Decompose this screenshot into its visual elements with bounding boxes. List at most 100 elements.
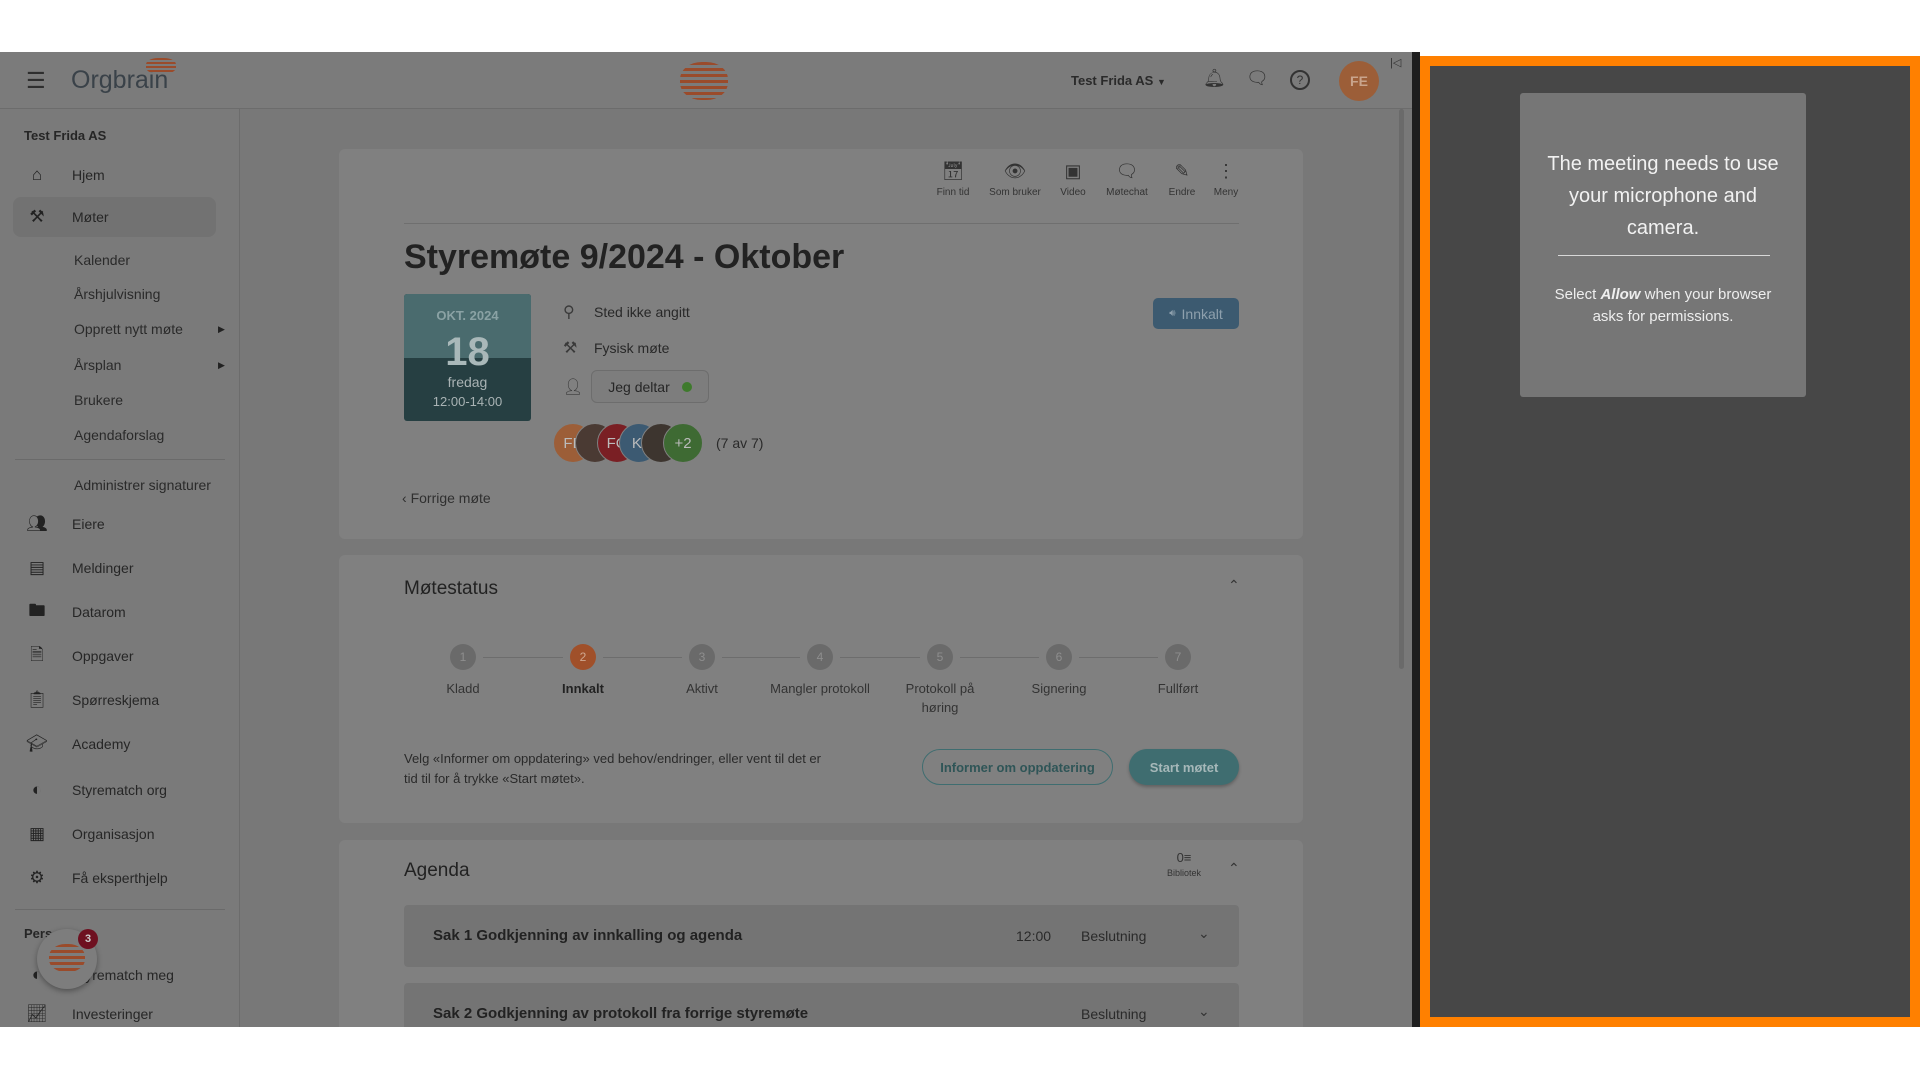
sidebar-item-meldinger[interactable]: ▤ Meldinger [0, 548, 230, 588]
attend-button[interactable]: Jeg deltar [591, 370, 709, 403]
agenda-item-type: Beslutning [1081, 1006, 1147, 1022]
agenda-card: Agenda 0≡ Bibliotek ⌃ Sak 1 Godkjenning … [339, 840, 1303, 1027]
meeting-title: Styremøte 9/2024 - Oktober [404, 238, 845, 276]
step-label: Aktivt [686, 681, 718, 696]
expert-icon: ⚙ [29, 868, 45, 887]
agenda-item[interactable]: Sak 1 Godkjenning av innkalling og agend… [404, 905, 1239, 967]
sidebar-item-styrematch-meg[interactable]: ◐ Styrematch meg [0, 955, 230, 995]
graduation-cap-icon: 🎓︎ [26, 734, 48, 753]
sidebar-item-oppgaver[interactable]: 🗎︎ Oppgaver [0, 636, 230, 676]
sidebar-item-investeringer[interactable]: 📈︎ Investeringer [0, 1001, 230, 1027]
collapse-chevron-up-icon[interactable]: ⌃ [1228, 860, 1240, 877]
step-indicator: 6 [1046, 644, 1072, 670]
sidebar-divider [15, 909, 225, 910]
sidebar: Test Frida AS ⌂ Hjem ⚒ Møter Kalender Årsh… [0, 109, 240, 1027]
step-indicator: 3 [689, 644, 715, 670]
step-connector [840, 657, 920, 658]
start-meeting-button[interactable]: Start møtet [1129, 749, 1239, 785]
folder-icon: 🖿︎ [28, 600, 46, 620]
people-icon: 👥︎ [26, 514, 48, 533]
step-label: Innkalt [562, 681, 604, 696]
notification-badge: 3 [78, 929, 98, 949]
chat-icon: 🗨︎ [1115, 161, 1139, 181]
org-selector[interactable]: Test Frida AS ▼ [1071, 73, 1166, 88]
center-brain-logo-icon [680, 62, 728, 100]
collapse-panel-icon[interactable]: |◁ [1390, 56, 1401, 69]
video-button[interactable]: ▣ Video [1043, 161, 1103, 198]
sidebar-divider [15, 459, 225, 460]
caret-down-icon: ▼ [1156, 77, 1166, 87]
menu-button[interactable]: ⋮ Meny [1196, 161, 1256, 198]
sidebar-item-styrematch-org[interactable]: ◐ Styrematch org [0, 770, 230, 810]
sidebar-item-moter[interactable]: ⚒ Møter [13, 197, 216, 237]
participant-avatar[interactable]: +2 [663, 423, 703, 463]
gavel-icon: ⚒ [29, 207, 45, 226]
survey-icon: 📋︎ [26, 690, 48, 709]
participant-count: (7 av 7) [716, 435, 764, 451]
previous-meeting-link[interactable]: ‹ Forrige møte [402, 490, 491, 506]
agenda-item-time: 12:00 [1016, 928, 1052, 944]
sidebar-subitem-arsplan[interactable]: Årsplan [74, 357, 121, 373]
meeting-card: 📅︎ Finn tid 👁︎ Som bruker ▣ Video 🗨︎ Møtecha… [339, 149, 1303, 539]
view-as-user-button[interactable]: 👁︎ Som bruker [985, 161, 1045, 198]
toolbar-divider [404, 223, 1239, 224]
chevron-down-icon[interactable]: ⌄ [1198, 925, 1210, 942]
hamburger-menu-icon[interactable]: ☰ [26, 68, 46, 94]
person-icon: 👤︎ [563, 379, 584, 396]
status-description: Velg «Informer om oppdatering» ved behov… [404, 751, 821, 786]
permission-heading: The meeting needs to use your microphone… [1547, 153, 1779, 239]
permission-dialog: The meeting needs to use your microphone… [1520, 93, 1806, 397]
status-title: Møtestatus [404, 578, 498, 599]
sidebar-item-sporreskjema[interactable]: 📋︎ Spørreskjema [0, 680, 230, 720]
permission-instruction: Select Allow when your browser asks for … [1554, 286, 1772, 325]
find-time-button[interactable]: 📅︎ Finn tid [923, 161, 983, 198]
user-avatar[interactable]: FE [1339, 61, 1379, 101]
collapse-chevron-up-icon[interactable]: ⌃ [1228, 577, 1240, 594]
help-icon[interactable]: ? [1290, 70, 1310, 90]
sidebar-item-academy[interactable]: 🎓︎ Academy [0, 724, 230, 764]
step-indicator: 5 [927, 644, 953, 670]
top-header: ☰ Orgbrain Test Frida AS ▼ 🔔︎ 🗨︎ ? FE |◁ [0, 52, 1416, 109]
chat-icon[interactable]: 🗨︎ [1246, 68, 1269, 89]
step-label: Signering [1031, 681, 1087, 696]
sidebar-subitem-opprett-nytt-mote[interactable]: Opprett nytt møte [74, 321, 183, 337]
panel-splitter[interactable] [1412, 52, 1420, 1027]
brain-logo-icon [146, 58, 176, 74]
step-label: Fullført [1157, 681, 1199, 696]
sidebar-subitem-brukere[interactable]: Brukere [74, 392, 123, 408]
agenda-item-type: Beslutning [1081, 928, 1147, 944]
inform-update-button[interactable]: Informer om oppdatering [922, 749, 1113, 785]
sidebar-item-datarom[interactable]: 🖿︎ Datarom [0, 592, 230, 632]
sidebar-item-eiere[interactable]: 👥︎ Eiere [0, 504, 230, 544]
gavel-icon: ⚒ [563, 340, 578, 357]
sidebar-subitem-arshjulvisning[interactable]: Årshjulvisning [74, 286, 160, 302]
bell-icon[interactable]: 🔔︎ [1203, 68, 1226, 89]
sidebar-item-organisasjon[interactable]: ▦ Organisasjon [0, 814, 230, 854]
agenda-item-title: Sak 2 Godkjenning av protokoll fra forri… [433, 1005, 809, 1022]
messages-icon: ▤ [28, 558, 46, 577]
step-connector [483, 657, 563, 658]
agenda-title: Agenda [404, 860, 470, 881]
status-innkalt-button[interactable]: 🔊︎ Innkalt [1153, 298, 1239, 329]
date-day: 18 [445, 330, 490, 374]
date-time: 12:00-14:00 [432, 394, 503, 409]
more-vertical-icon: ⋮ [1217, 161, 1235, 181]
chevron-down-icon[interactable]: ⌄ [1198, 1003, 1210, 1020]
chevron-right-icon: ▶ [218, 360, 225, 370]
dialog-divider [1558, 255, 1770, 256]
agenda-item[interactable]: Sak 2 Godkjenning av protokoll fra forri… [404, 983, 1239, 1027]
main-scrollbar[interactable] [1399, 109, 1404, 669]
orgbrain-app: ☰ Orgbrain Test Frida AS ▼ 🔔︎ 🗨︎ ? FE |◁… [0, 52, 1420, 1027]
sidebar-item-fa-eksperthjelp[interactable]: ⚙ Få eksperthjelp [0, 858, 230, 898]
sidebar-subitem-administrer-signaturer[interactable]: Administrer signaturer [74, 477, 211, 493]
eye-icon: 👁︎ [1003, 161, 1027, 181]
library-button[interactable]: 0≡ Bibliotek [1159, 850, 1209, 878]
meeting-chat-button[interactable]: 🗨︎ Møtechat [1097, 161, 1157, 198]
sidebar-subitem-agendaforslag[interactable]: Agendaforslag [74, 427, 164, 443]
video-add-icon: ▣ [1064, 161, 1082, 181]
sidebar-item-hjem[interactable]: ⌂ Hjem [0, 155, 230, 195]
sidebar-subitem-kalender[interactable]: Kalender [74, 252, 130, 268]
sidebar-org-name: Test Frida AS [24, 128, 107, 143]
chevron-right-icon: ▶ [218, 324, 225, 334]
step-connector [1079, 657, 1158, 658]
